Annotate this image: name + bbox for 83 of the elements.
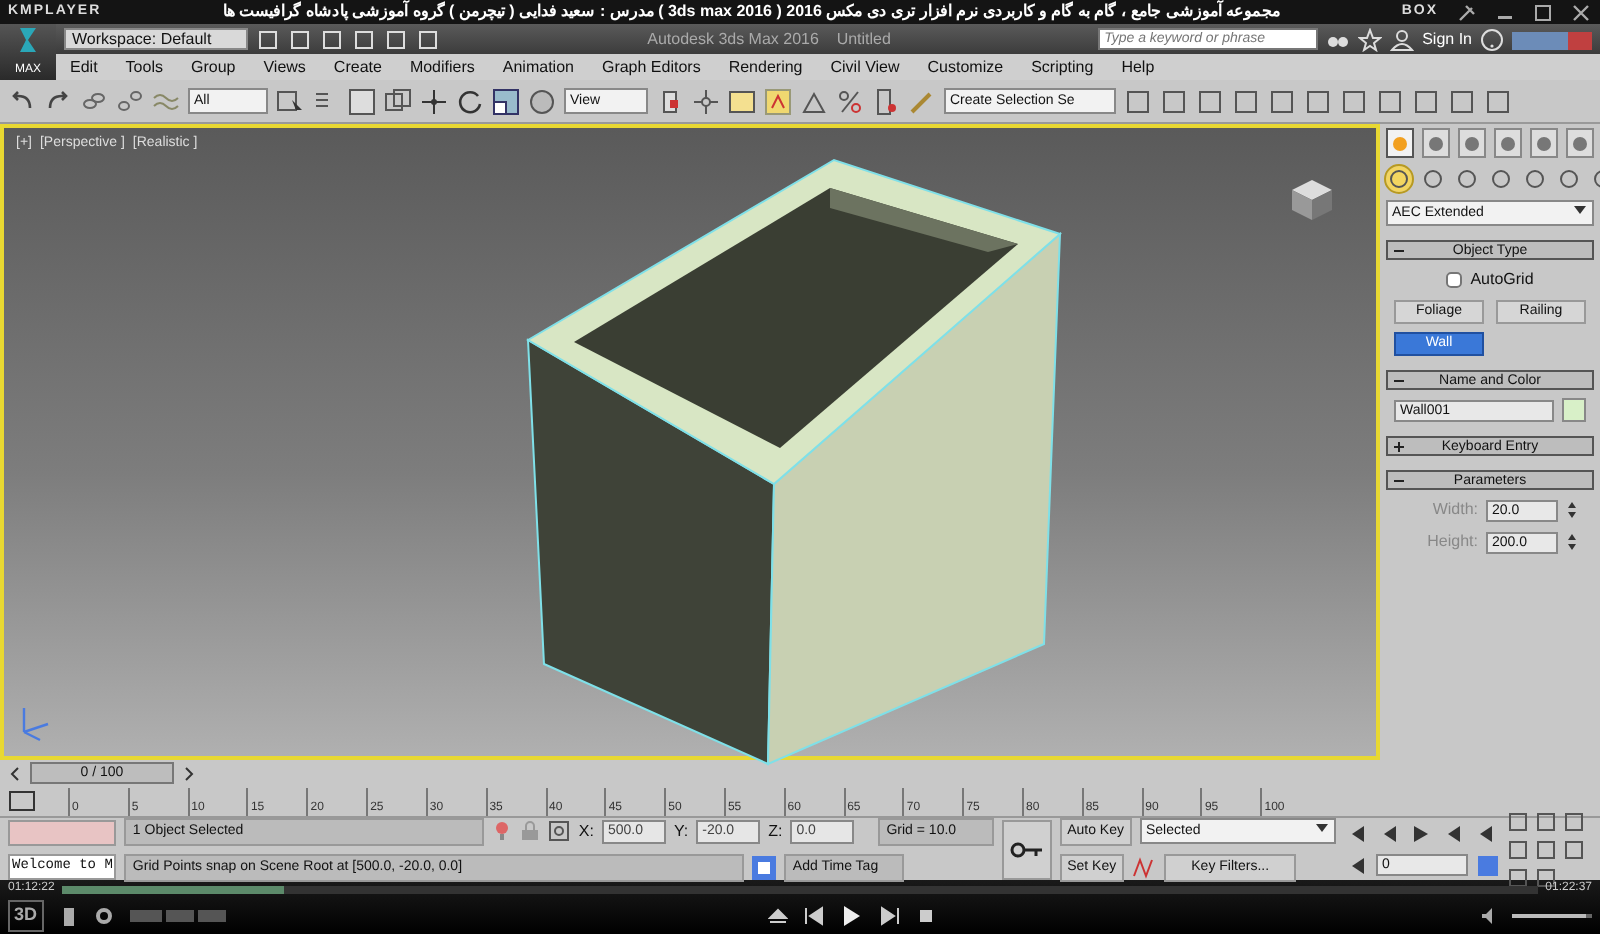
- command-panel-tab[interactable]: [1422, 128, 1450, 158]
- snap-icon[interactable]: [764, 87, 792, 115]
- sphere-icon[interactable]: [528, 87, 556, 115]
- stop-icon[interactable]: [916, 906, 937, 926]
- spinner-arrows-icon[interactable]: [1566, 500, 1578, 520]
- category-button[interactable]: [1386, 166, 1412, 192]
- command-panel-tab[interactable]: [1494, 128, 1522, 158]
- workspace-dropdown[interactable]: Workspace: Default: [64, 28, 248, 50]
- video-title: مجموعه آموزشی جامع ، گام به گام و کاربردی نرم افزار تری دی مکس 2016 ( 3ds max 2016 ) مدرس : سعید فدایی ( تیچرمن ) گروه آموزشی پادشاه گرافیست ها: [220, 0, 1283, 24]
- key-tangent-icon[interactable]: [1132, 855, 1157, 879]
- menu-item[interactable]: Modifiers: [395, 55, 489, 79]
- menu-item[interactable]: Tools: [111, 55, 177, 79]
- link-icon[interactable]: [80, 87, 108, 115]
- sign-in-link[interactable]: Sign In: [1422, 27, 1472, 51]
- seek-bar[interactable]: [62, 885, 1538, 893]
- coordinate-label: Z:: [768, 819, 783, 843]
- pin-icon[interactable]: [1454, 1, 1478, 23]
- three-d-button[interactable]: 3D: [8, 900, 44, 932]
- command-panel-tab[interactable]: [1530, 128, 1558, 158]
- previous-frame-icon[interactable]: [8, 765, 22, 781]
- dropdown-arrow-icon: [1572, 202, 1588, 218]
- field-label: Height:: [1427, 530, 1478, 554]
- maximize-icon[interactable]: [1532, 1, 1554, 23]
- menu-item[interactable]: Group: [176, 55, 250, 79]
- previous-icon[interactable]: [804, 906, 825, 926]
- star-icon[interactable]: [1358, 27, 1383, 51]
- menu-item[interactable]: Animation: [488, 55, 588, 79]
- menu-item[interactable]: Help: [1107, 55, 1169, 79]
- menu-item[interactable]: Views: [249, 55, 320, 79]
- user-icon[interactable]: [1390, 27, 1415, 51]
- next-frame-icon[interactable]: [182, 765, 196, 781]
- time-configuration-icon[interactable]: [1476, 853, 1500, 877]
- select-icon[interactable]: [276, 87, 304, 115]
- set-key-button[interactable]: [1002, 819, 1052, 879]
- phone-icon[interactable]: [59, 905, 78, 927]
- small-buttons-icon[interactable]: [129, 906, 226, 926]
- checkbox-label: AutoGrid: [1470, 268, 1534, 292]
- category-button[interactable]: [1420, 166, 1446, 192]
- menu-item[interactable]: Civil View: [816, 55, 914, 79]
- key-icon: [1009, 839, 1044, 859]
- manipulate-icon[interactable]: [692, 87, 720, 115]
- settings-icon[interactable]: [93, 906, 114, 926]
- coordinate-label: X:: [578, 819, 594, 843]
- menu-item[interactable]: Create: [319, 55, 396, 79]
- menu-item[interactable]: Rendering: [714, 55, 817, 79]
- color-swatch[interactable]: [1562, 398, 1586, 422]
- spinner-snap-icon[interactable]: [872, 87, 900, 115]
- close-icon[interactable]: [1570, 1, 1592, 23]
- spinner-arrows-icon[interactable]: [1566, 532, 1578, 552]
- command-panel-tab[interactable]: [1458, 128, 1486, 158]
- play-icon[interactable]: [840, 904, 865, 928]
- scale-icon[interactable]: [492, 87, 520, 115]
- autogrid-checkbox[interactable]: [1446, 272, 1463, 288]
- menu-item[interactable]: Customize: [913, 55, 1018, 79]
- time-tag-icon[interactable]: [752, 855, 777, 879]
- percent-snap-icon[interactable]: [836, 87, 864, 115]
- speaker-icon[interactable]: [1480, 906, 1497, 926]
- field-label: Width:: [1432, 498, 1478, 522]
- category-button[interactable]: [1488, 166, 1514, 192]
- move-icon[interactable]: [420, 87, 448, 115]
- category-button[interactable]: [1522, 166, 1548, 192]
- unlink-icon[interactable]: [116, 87, 144, 115]
- category-button[interactable]: [1556, 166, 1582, 192]
- command-panel-tab[interactable]: [1386, 128, 1414, 158]
- menu-item[interactable]: Edit: [56, 55, 112, 79]
- maxscript-listener-field[interactable]: [8, 819, 117, 845]
- transform-mode-icon[interactable]: [548, 820, 571, 842]
- window-title: Autodesk 3ds Max 2016 Untitled: [645, 27, 893, 51]
- help-icon[interactable]: [1480, 27, 1504, 51]
- command-panel-tab[interactable]: [1566, 128, 1594, 158]
- play-icon[interactable]: [1408, 821, 1432, 845]
- dropdown-arrow-icon: [1314, 820, 1330, 836]
- angle-snap-icon[interactable]: [800, 87, 828, 115]
- menu-item[interactable]: Scripting: [1017, 55, 1108, 79]
- eject-icon[interactable]: [768, 906, 789, 926]
- window-crossing-icon[interactable]: [384, 87, 412, 115]
- coordinate-label: Y:: [673, 819, 689, 843]
- rotate-icon[interactable]: [456, 87, 484, 115]
- rectangle-select-icon[interactable]: [348, 87, 376, 115]
- menu-item[interactable]: Graph Editors: [587, 55, 715, 79]
- next-icon[interactable]: [880, 906, 901, 926]
- sun-icon: [1388, 131, 1412, 155]
- category-button[interactable]: [1454, 166, 1480, 192]
